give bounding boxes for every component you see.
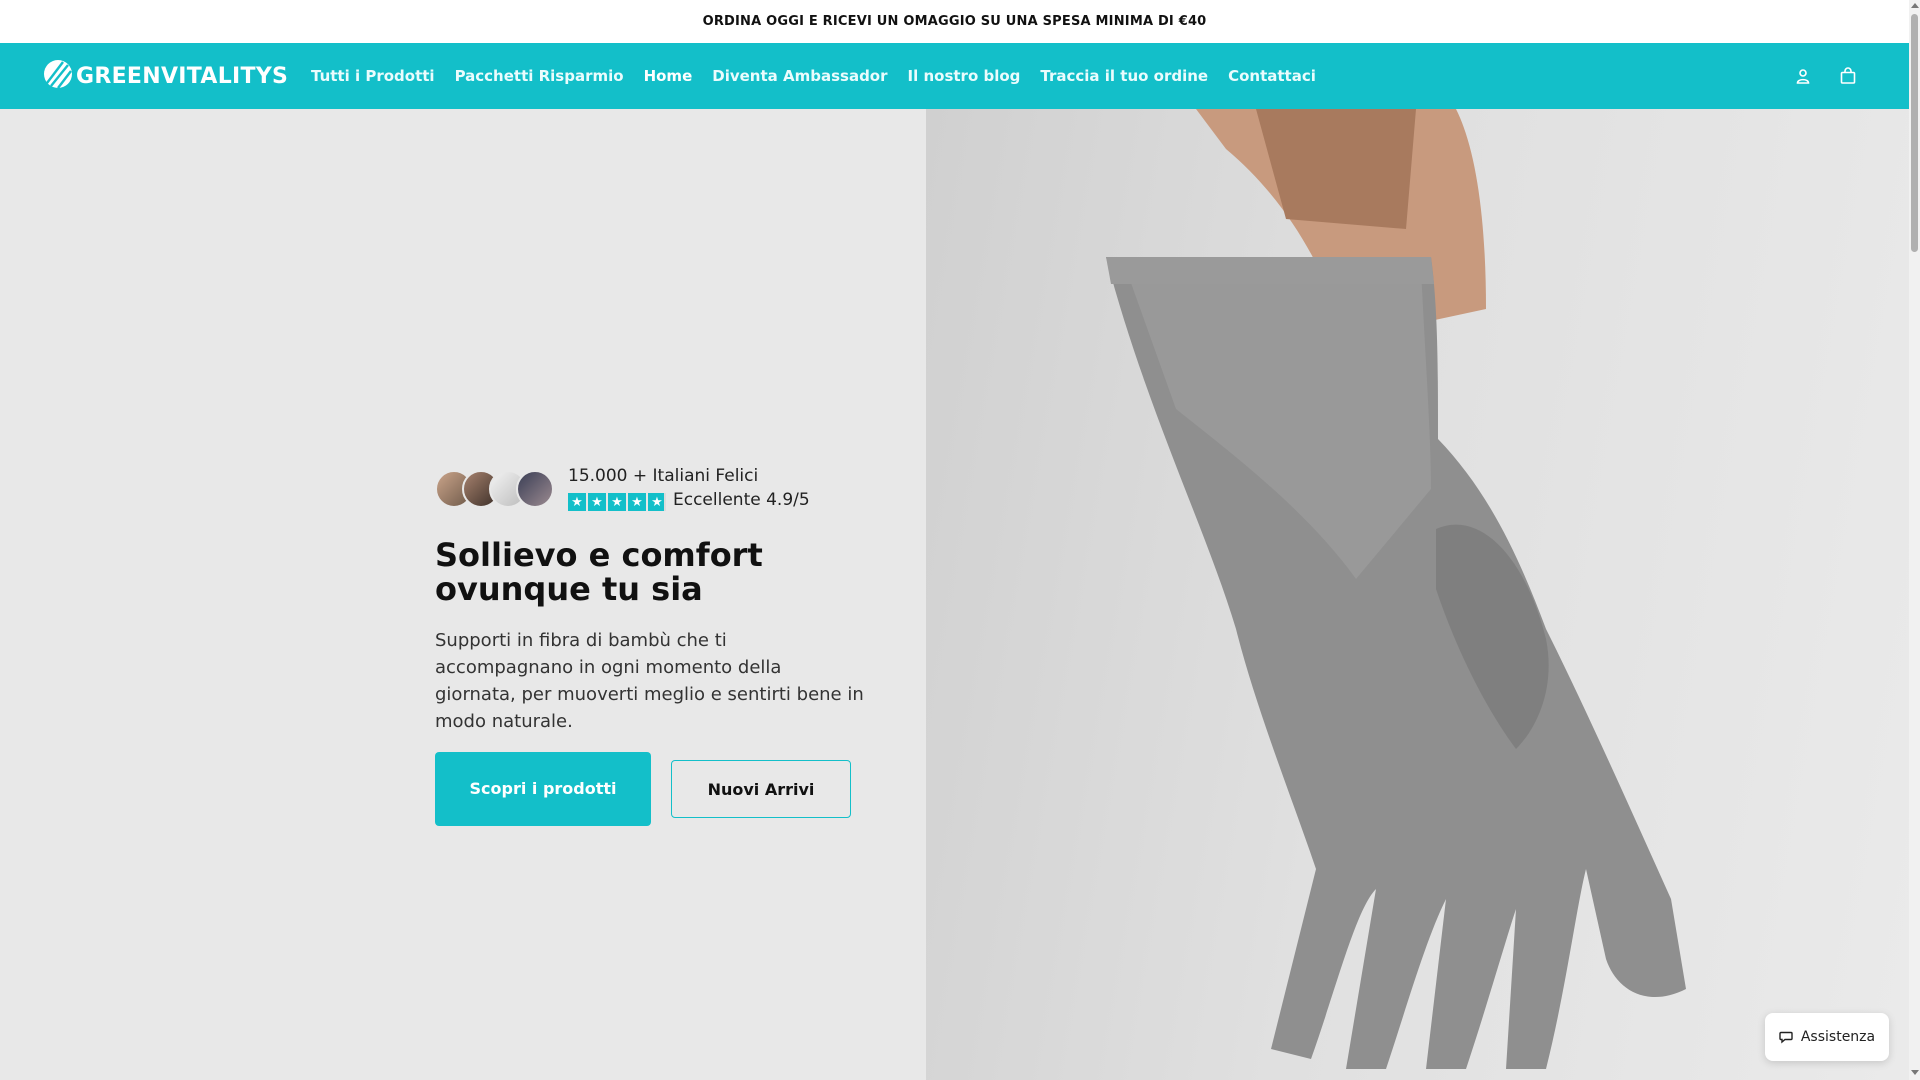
nav-link-diventa-ambassador[interactable]: Diventa Ambassador	[712, 67, 887, 85]
page-scrollbar[interactable]	[1909, 0, 1920, 1080]
avatar	[516, 470, 554, 508]
rating-stars: ★ ★ ★ ★ ★	[568, 493, 668, 511]
star-icon-partial: ★	[648, 493, 666, 511]
brand-name: GREENVITALITYS	[76, 63, 289, 89]
scroll-thumb[interactable]	[1911, 14, 1918, 252]
announcement-text: ORDINA OGGI E RICEVI UN OMAGGIO SU UNA S…	[702, 14, 1207, 29]
nav-link-contattaci[interactable]: Contattaci	[1228, 67, 1316, 85]
scroll-down-arrow-icon[interactable]	[1911, 1070, 1919, 1075]
customer-avatars	[435, 470, 554, 508]
glove-photo	[1106, 109, 1686, 1069]
nav-link-pacchetti-risparmio[interactable]: Pacchetti Risparmio	[455, 67, 624, 85]
cart-icon[interactable]	[1836, 64, 1860, 88]
account-icon[interactable]	[1791, 64, 1815, 88]
announcement-bar: ORDINA OGGI E RICEVI UN OMAGGIO SU UNA S…	[0, 0, 1909, 43]
nav-link-tutti-prodotti[interactable]: Tutti i Prodotti	[311, 67, 435, 85]
rating-label: Eccellente 4.9/5	[673, 490, 810, 510]
chat-bubble-icon	[1779, 1031, 1793, 1044]
hero-subtext: Supporti in fibra di bambù che ti accomp…	[435, 630, 864, 732]
leaf-logo-icon	[44, 60, 72, 89]
happy-customers-count: 15.000 + Italiani Felici	[568, 466, 759, 486]
main-header: GREENVITALITYS Tutti i Prodotti Pacchett…	[0, 43, 1909, 109]
star-icon: ★	[608, 493, 626, 511]
help-chat-button[interactable]: Assistenza	[1765, 1013, 1889, 1061]
nav-link-blog[interactable]: Il nostro blog	[908, 67, 1021, 85]
star-icon: ★	[628, 493, 646, 511]
new-arrivals-button[interactable]: Nuovi Arrivi	[671, 760, 851, 818]
hero-image	[926, 109, 1909, 1080]
brand-logo[interactable]: GREENVITALITYS	[43, 59, 288, 89]
star-icon: ★	[588, 493, 606, 511]
star-icon: ★	[568, 493, 586, 511]
nav-link-traccia-ordine[interactable]: Traccia il tuo ordine	[1040, 67, 1208, 85]
nav-link-home[interactable]: Home	[644, 67, 693, 85]
hero-headline: Sollievo e comfort ovunque tu sia	[435, 536, 763, 608]
primary-nav: Tutti i Prodotti Pacchetti Risparmio Hom…	[311, 43, 1336, 109]
scroll-up-arrow-icon[interactable]	[1911, 3, 1919, 8]
help-chat-label: Assistenza	[1800, 1029, 1876, 1045]
discover-products-button[interactable]: Scopri i prodotti	[435, 752, 651, 826]
